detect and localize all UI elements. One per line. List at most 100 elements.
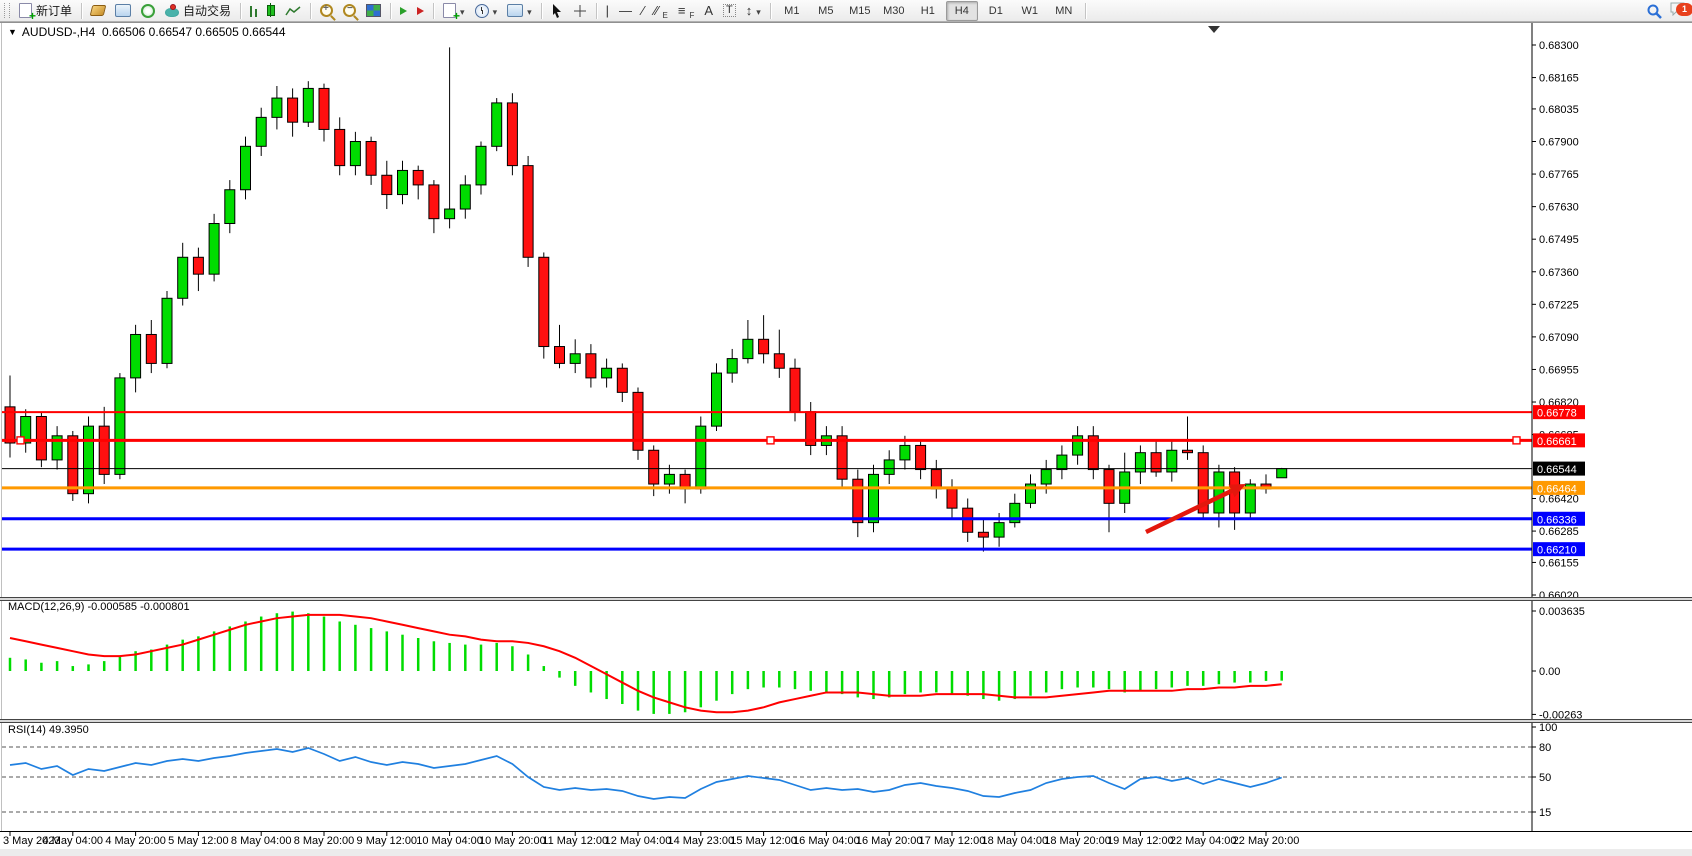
candle-body <box>1214 472 1224 513</box>
new-order-label: 新订单 <box>36 2 72 19</box>
market-watch-button[interactable] <box>86 1 110 21</box>
timeframe-button-m15[interactable]: M15 <box>844 1 876 21</box>
candle <box>272 86 282 129</box>
macd-label: MACD(12,26,9) -0.000585 -0.000801 <box>8 601 190 613</box>
vertical-line-button[interactable]: | <box>601 1 614 21</box>
timeframe-button-h1[interactable]: H1 <box>912 1 944 21</box>
rsi-line <box>10 748 1282 799</box>
indicators-button[interactable] <box>438 1 470 21</box>
auto-trading-button[interactable]: 自动交易 <box>160 1 236 21</box>
time-axis-label: 10 May 20:00 <box>479 835 546 847</box>
open-value: 0.66506 <box>102 25 145 39</box>
timeframe-button-mn[interactable]: MN <box>1048 1 1080 21</box>
candle-body <box>1041 470 1051 484</box>
candle <box>1245 479 1255 518</box>
candle <box>398 161 408 204</box>
search-icon[interactable] <box>1647 4 1662 19</box>
cursor-button[interactable] <box>546 1 568 21</box>
candle-body <box>947 489 957 508</box>
candle <box>476 141 486 194</box>
candle-body <box>99 426 109 474</box>
candle-body <box>916 445 926 469</box>
line-handle[interactable] <box>17 437 24 444</box>
fibonacci-button[interactable]: ≡F <box>673 1 699 21</box>
trendline-button[interactable]: ∕ <box>637 1 649 21</box>
pane-separator[interactable] <box>0 598 1692 600</box>
candle <box>727 349 737 383</box>
bar-chart-button[interactable] <box>245 1 262 21</box>
time-axis-label: 8 May 20:00 <box>294 835 355 847</box>
candle-body <box>507 103 517 166</box>
new-order-button[interactable]: 新订单 <box>14 1 77 21</box>
chart-shift-marker[interactable] <box>1208 26 1220 33</box>
time-axis[interactable]: 3 May 20234 May 04:004 May 20:005 May 12… <box>0 832 1692 848</box>
collapse-arrow-icon[interactable]: ▼ <box>8 27 17 37</box>
periods-button[interactable] <box>470 1 503 21</box>
toolbar-separator <box>240 3 241 19</box>
channel-button[interactable]: ∕∕E <box>649 1 673 21</box>
candle <box>1135 445 1145 484</box>
price-badge: 0.66210 <box>1533 542 1585 557</box>
line-chart-button[interactable] <box>280 1 306 21</box>
toolbar-separator <box>433 3 434 19</box>
toolbar-grip[interactable] <box>4 3 10 18</box>
candles-layer <box>5 47 1287 551</box>
zoom-in-button[interactable] <box>315 1 338 21</box>
horizontal-line-button[interactable]: — <box>614 1 637 21</box>
line-handle[interactable] <box>767 437 774 444</box>
chevron-down-icon <box>493 4 498 18</box>
high-value: 0.66547 <box>149 25 192 39</box>
candle <box>1010 494 1020 528</box>
crosshair-button[interactable] <box>568 1 592 21</box>
tile-windows-icon <box>366 4 381 17</box>
crosshair-icon <box>573 4 587 18</box>
text-tool-button[interactable]: A <box>699 1 718 21</box>
price-axis-label: 0.68035 <box>1539 104 1579 116</box>
label-tool-button[interactable]: T <box>718 1 741 21</box>
timeframe-button-m30[interactable]: M30 <box>878 1 910 21</box>
navigator-button[interactable] <box>136 1 160 21</box>
timeframe-button-m1[interactable]: M1 <box>776 1 808 21</box>
candle <box>1277 468 1287 478</box>
candlestick-chart-button[interactable] <box>262 1 280 21</box>
candle-body <box>617 368 627 392</box>
toolbar-separator <box>310 3 311 19</box>
data-window-button[interactable] <box>110 1 136 21</box>
candle-body <box>602 368 612 378</box>
zoom-in-icon <box>320 4 333 17</box>
chart-shift-button[interactable] <box>412 1 429 21</box>
time-axis-label: 18 May 04:00 <box>981 835 1048 847</box>
templates-button[interactable] <box>502 1 537 21</box>
channel-suffix: E <box>663 11 668 20</box>
horizontal-line-object[interactable] <box>2 437 1532 444</box>
timeframe-button-w1[interactable]: W1 <box>1014 1 1046 21</box>
timeframe-button-m5[interactable]: M5 <box>810 1 842 21</box>
notifications-button[interactable]: 1 <box>1670 2 1686 21</box>
chart-canvas[interactable]: 0.683000.681650.680350.679000.677650.676… <box>0 0 1692 856</box>
time-axis-label: 4 May 20:00 <box>105 835 166 847</box>
candle <box>162 291 172 368</box>
chevron-down-icon <box>460 4 465 18</box>
price-badge: 0.66778 <box>1533 405 1585 420</box>
candle <box>460 175 470 218</box>
pane-separator[interactable] <box>0 720 1692 722</box>
candle <box>602 359 612 388</box>
zoom-out-button[interactable] <box>338 1 361 21</box>
candle-body <box>931 470 941 489</box>
candle <box>633 388 643 460</box>
line-handle[interactable] <box>1513 437 1520 444</box>
tile-windows-button[interactable] <box>361 1 386 21</box>
auto-scroll-button[interactable] <box>395 1 412 21</box>
candle <box>288 88 298 136</box>
candle <box>492 98 502 151</box>
timeframe-button-h4[interactable]: H4 <box>946 1 978 21</box>
rsi-pane: 100805015 <box>2 722 1557 831</box>
toolbar-separator <box>770 3 771 19</box>
time-axis-label: 15 May 12:00 <box>730 835 797 847</box>
time-axis-label: 16 May 04:00 <box>793 835 860 847</box>
timeframe-button-d1[interactable]: D1 <box>980 1 1012 21</box>
time-axis-label: 12 May 04:00 <box>605 835 672 847</box>
candle-body <box>774 354 784 368</box>
arrows-tool-button[interactable]: ↕ <box>741 1 766 21</box>
price-badge-value: 0.66336 <box>1537 514 1577 526</box>
